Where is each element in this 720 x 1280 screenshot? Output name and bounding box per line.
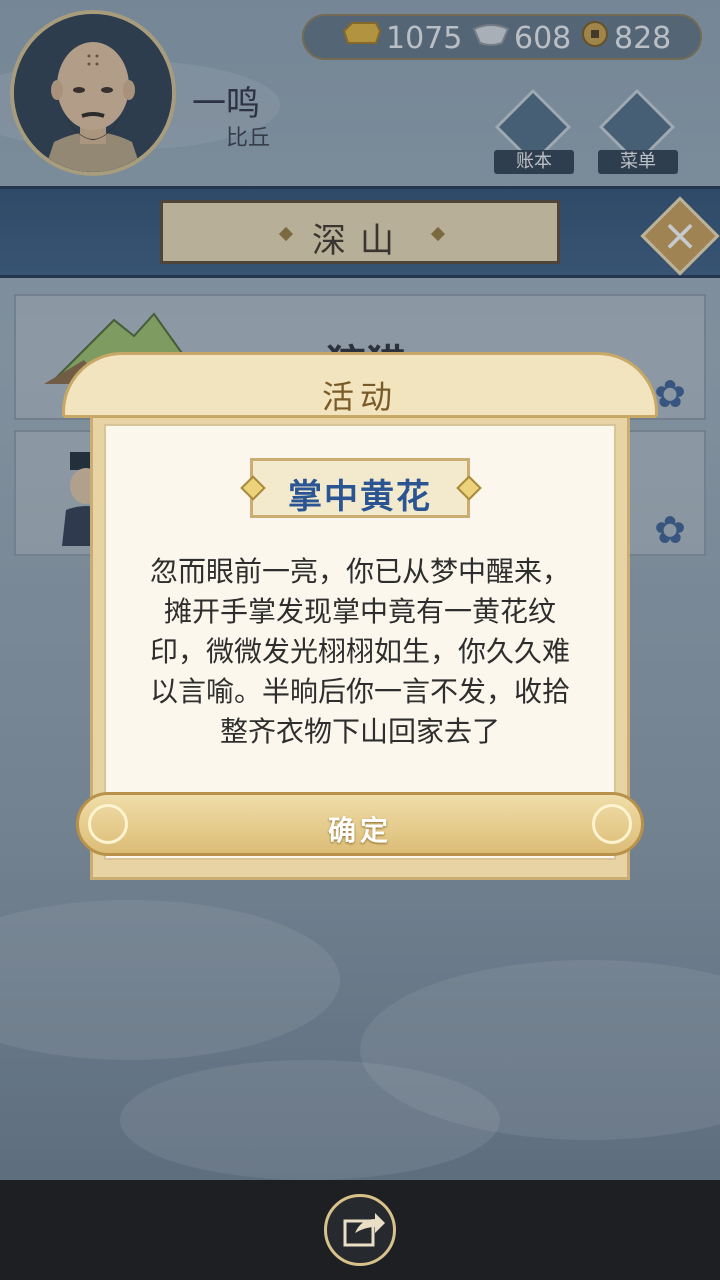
cloud-scroll-icon [592,804,632,844]
event-title-plaque: 掌中黄花 [250,458,470,518]
cloud-scroll-icon [88,804,128,844]
confirm-button[interactable]: 确定 [76,792,644,856]
share-icon [343,1213,385,1247]
event-title: 掌中黄花 [288,477,432,517]
event-dialog-header: 活动 [321,378,398,416]
confirm-label: 确定 [327,814,392,847]
share-button[interactable] [324,1194,396,1266]
event-description: 忽而眼前一亮，你已从梦中醒来，摊开手掌发现掌中竟有一黄花纹印，微微发光栩栩如生，… [149,555,570,748]
